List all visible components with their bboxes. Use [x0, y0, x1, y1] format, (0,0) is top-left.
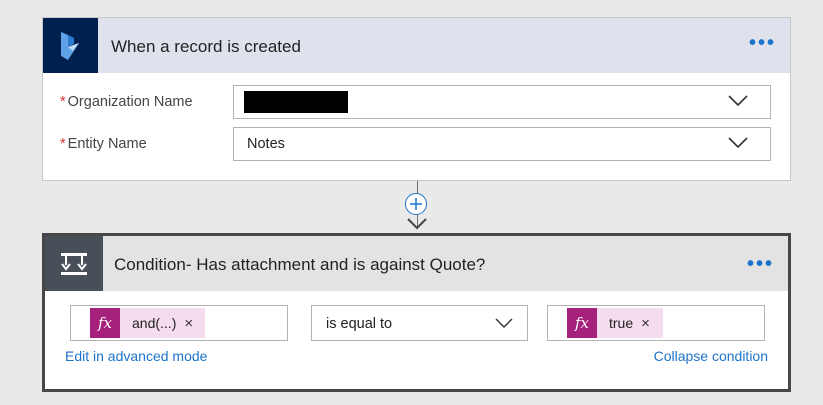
condition-card: Condition- Has attachment and is against…	[42, 233, 791, 392]
left-token-text: and(...)	[132, 315, 177, 331]
required-marker: *	[60, 94, 66, 110]
remove-left-token-button[interactable]: ×	[184, 315, 193, 332]
collapse-condition-link[interactable]: Collapse condition	[654, 348, 768, 364]
chevron-down-icon	[495, 318, 513, 328]
left-expression-token[interactable]: fx and(...) ×	[90, 308, 205, 338]
condition-header[interactable]: Condition- Has attachment and is against…	[45, 236, 788, 291]
fx-icon: fx	[567, 308, 597, 338]
condition-more-menu[interactable]: •••	[747, 254, 774, 274]
left-operand-field[interactable]: fx and(...) ×	[70, 305, 288, 341]
operator-select[interactable]: is equal to	[311, 305, 528, 341]
condition-logo	[45, 236, 103, 291]
trigger-more-menu[interactable]: •••	[749, 33, 776, 53]
trigger-header[interactable]: When a record is created •••	[43, 18, 790, 73]
trigger-title: When a record is created	[111, 37, 301, 56]
organization-label: * Organization Name	[60, 94, 193, 110]
condition-title: Condition- Has attachment and is against…	[114, 255, 486, 274]
fx-icon: fx	[90, 308, 120, 338]
operator-value: is equal to	[326, 316, 393, 332]
condition-icon	[61, 252, 87, 275]
entity-value: Notes	[247, 136, 285, 152]
right-operand-field[interactable]: fx true ×	[547, 305, 765, 341]
plus-circle-icon	[410, 198, 422, 210]
organization-redacted-value	[244, 91, 348, 113]
chevron-down-icon	[728, 137, 748, 149]
trigger-card: When a record is created ••• * Organizati…	[42, 17, 791, 181]
edit-advanced-mode-link[interactable]: Edit in advanced mode	[65, 348, 207, 364]
remove-right-token-button[interactable]: ×	[641, 315, 650, 332]
arrow-down-icon	[407, 218, 427, 230]
required-marker: *	[60, 136, 66, 152]
dynamics-logo	[43, 18, 98, 73]
entity-select[interactable]: Notes	[233, 127, 771, 161]
right-token-text: true	[609, 315, 634, 331]
organization-select[interactable]	[233, 85, 771, 119]
dynamics-365-icon	[60, 31, 79, 60]
chevron-down-icon	[728, 95, 748, 107]
entity-label: * Entity Name	[60, 136, 147, 152]
right-expression-token[interactable]: fx true ×	[567, 308, 663, 338]
entity-row: * Entity Name Notes	[43, 127, 790, 161]
add-step-button[interactable]	[405, 193, 427, 215]
organization-row: * Organization Name	[43, 85, 790, 119]
